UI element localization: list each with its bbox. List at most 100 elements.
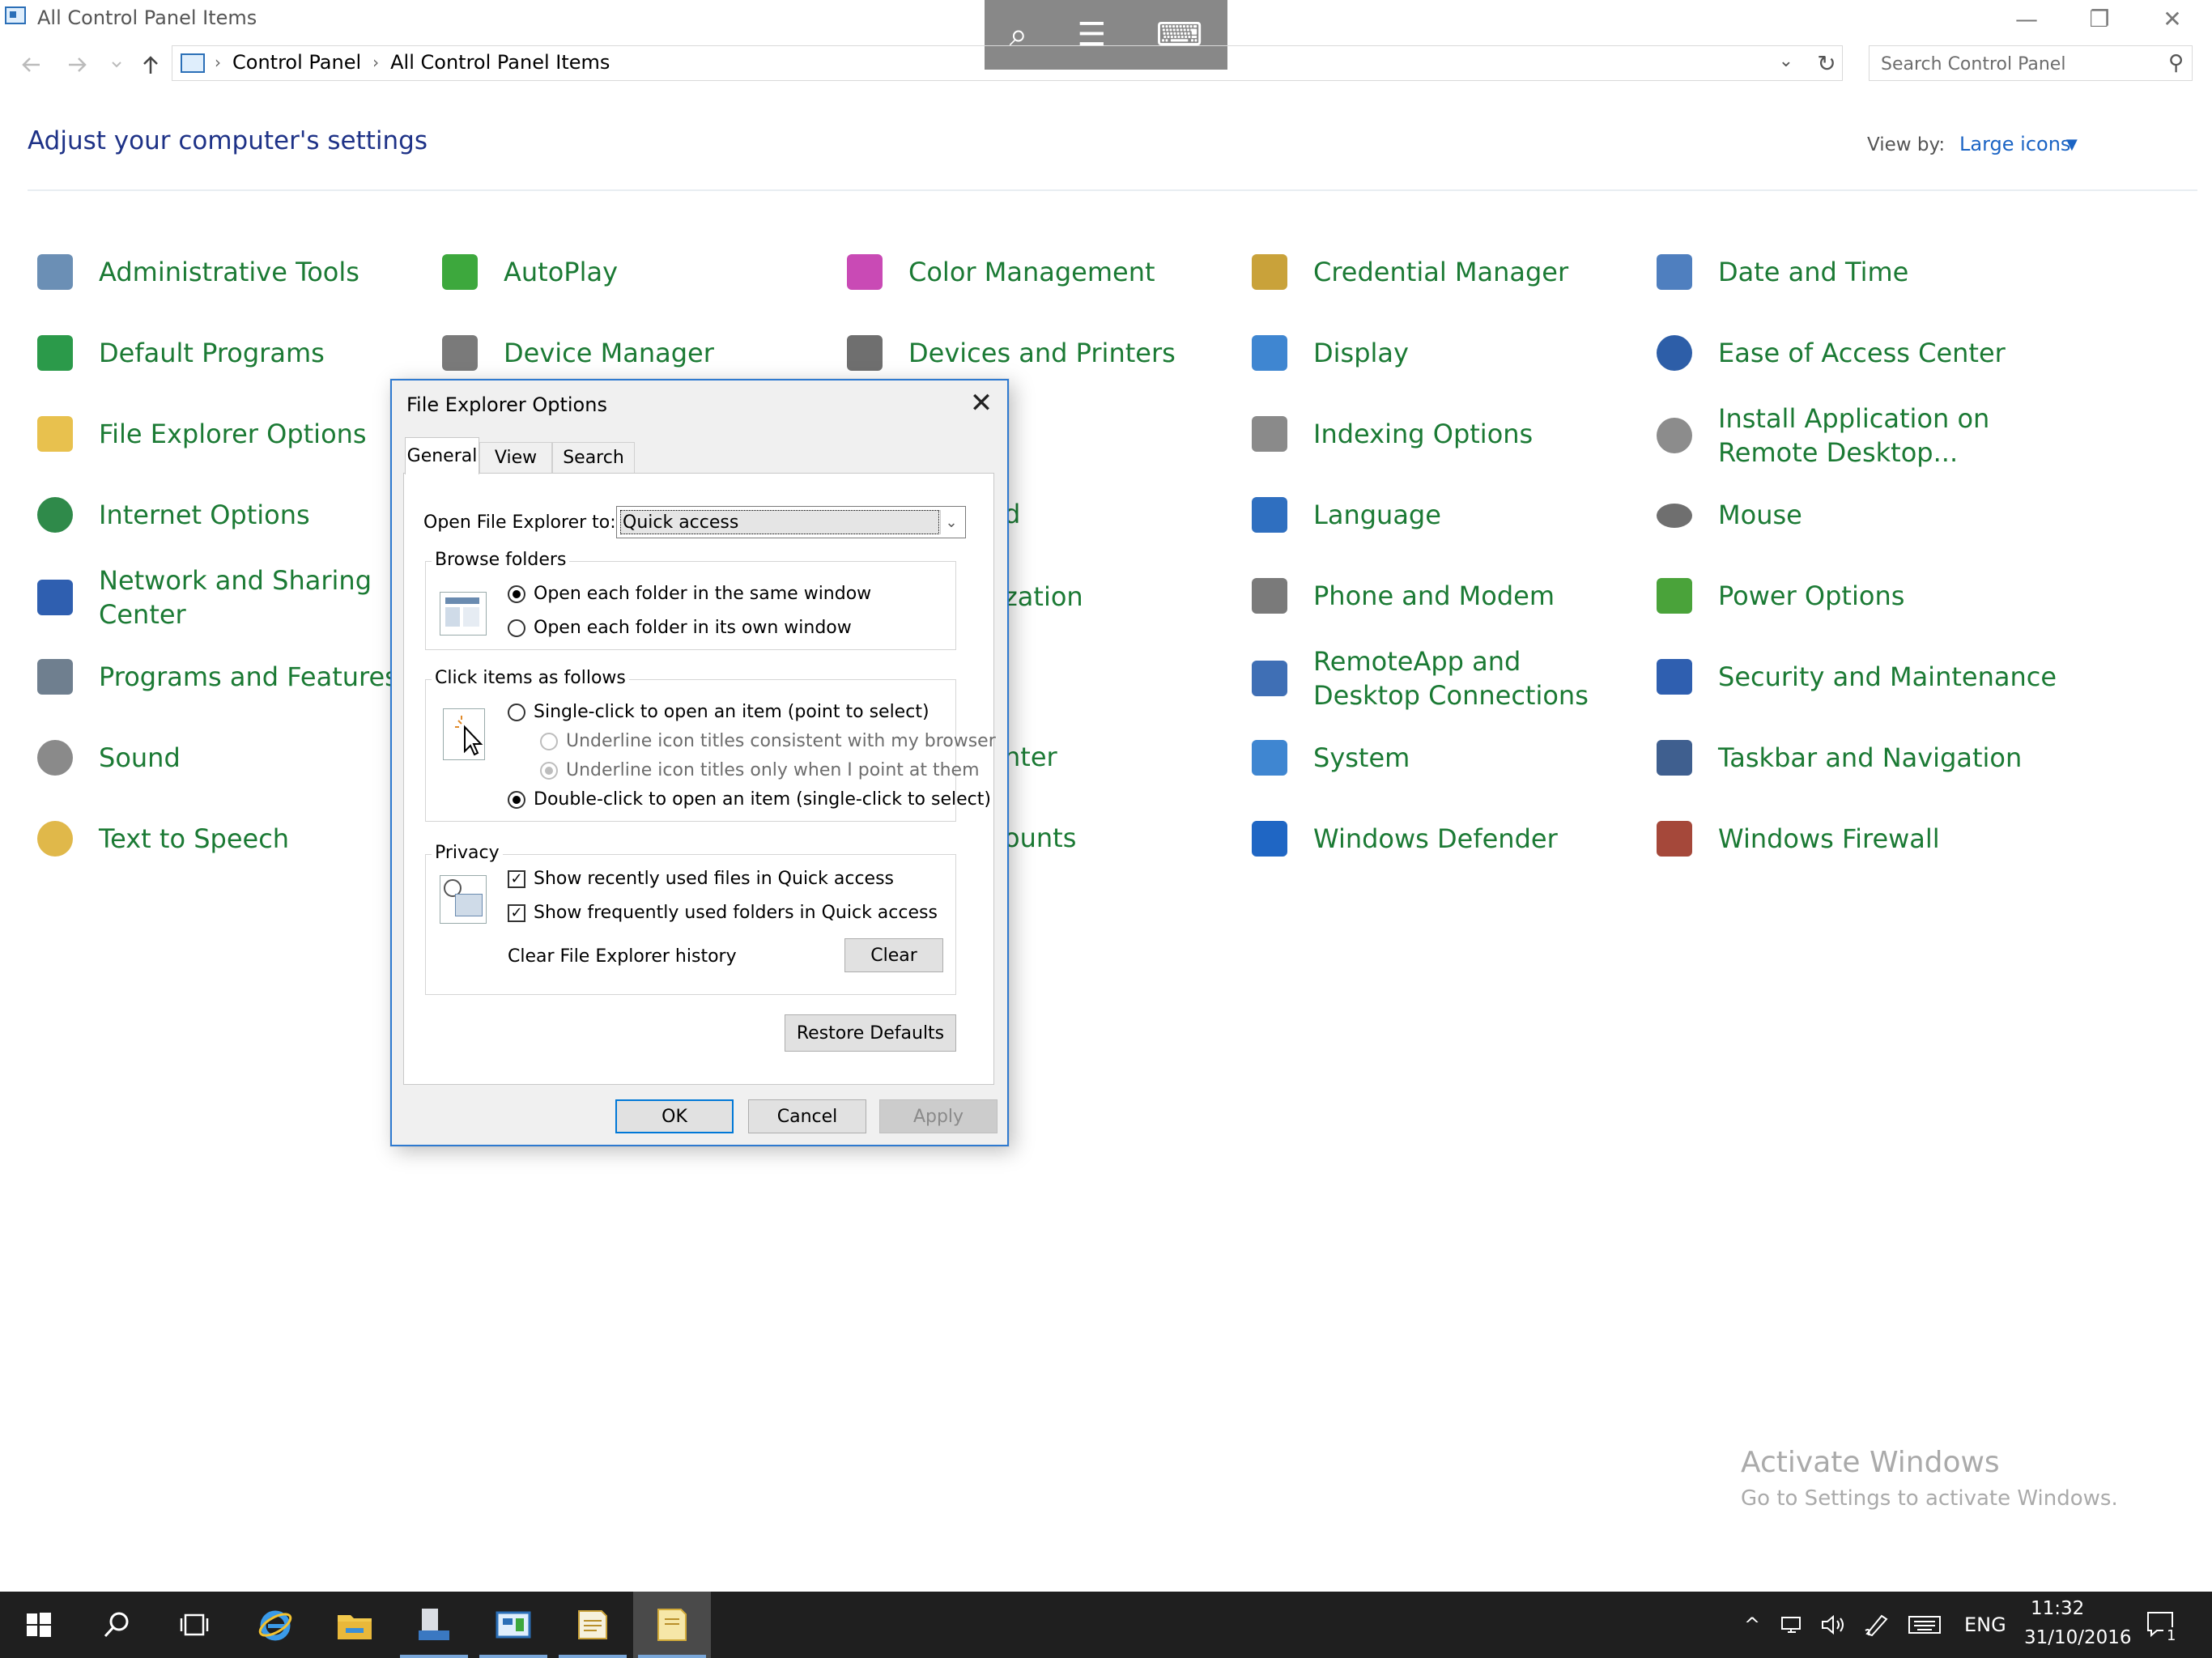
- underline-browser-radio[interactable]: [540, 733, 558, 750]
- task-view-icon: [180, 1613, 209, 1636]
- item-mouse[interactable]: Mouse: [1650, 491, 1802, 539]
- search-box[interactable]: ⚲: [1869, 45, 2193, 82]
- back-button[interactable]: [15, 49, 47, 81]
- browse-same-window-label[interactable]: Open each folder in the same window: [534, 584, 871, 604]
- volume-icon[interactable]: [1820, 1592, 1846, 1658]
- single-click-radio[interactable]: [508, 704, 525, 721]
- item-indexing-options[interactable]: Indexing Options: [1245, 410, 1533, 458]
- taskbar-search-button[interactable]: [78, 1592, 155, 1658]
- refresh-icon[interactable]: ↻: [1807, 45, 1846, 81]
- frequent-folders-checkbox[interactable]: ✓: [508, 904, 525, 922]
- item-programs-and-features[interactable]: Programs and Features: [31, 653, 398, 701]
- pen-ink-icon[interactable]: [1864, 1592, 1890, 1658]
- start-button[interactable]: [0, 1592, 78, 1658]
- ok-button[interactable]: OK: [615, 1099, 734, 1133]
- item-date-and-time[interactable]: Date and Time: [1650, 248, 1908, 296]
- action-center-button[interactable]: 1: [2146, 1592, 2180, 1658]
- double-click-radio[interactable]: [508, 791, 525, 809]
- breadcrumb-control-panel[interactable]: Control Panel: [232, 51, 361, 74]
- address-bar[interactable]: › Control Panel › All Control Panel Item…: [172, 45, 1843, 81]
- clock-time[interactable]: 11:32: [2031, 1598, 2084, 1619]
- item-color-management[interactable]: Color Management: [840, 248, 1155, 296]
- windows-logo-icon: [27, 1613, 51, 1637]
- browse-own-window-label[interactable]: Open each folder in its own window: [534, 618, 852, 638]
- caret-down-icon[interactable]: ▼: [2066, 136, 2078, 153]
- chevron-down-icon[interactable]: ⌄: [940, 510, 962, 534]
- apply-button[interactable]: Apply: [879, 1099, 998, 1133]
- recent-files-label[interactable]: Show recently used files in Quick access: [534, 869, 894, 889]
- item-remoteapp[interactable]: RemoteApp and Desktop Connections: [1245, 644, 1613, 712]
- up-button[interactable]: [134, 49, 167, 81]
- taskbar-notepad[interactable]: [554, 1592, 632, 1658]
- open-to-value: Quick access: [620, 510, 939, 534]
- item-devices-and-printers[interactable]: Devices and Printers: [840, 329, 1176, 377]
- task-view-button[interactable]: [155, 1592, 233, 1658]
- browse-same-window-radio[interactable]: [508, 585, 525, 603]
- item-language[interactable]: Language: [1245, 491, 1441, 539]
- item-default-programs[interactable]: Default Programs: [31, 329, 325, 377]
- open-to-select[interactable]: Quick access ⌄: [616, 506, 966, 538]
- forward-button[interactable]: [62, 49, 94, 81]
- cancel-button[interactable]: Cancel: [748, 1099, 866, 1133]
- network-icon[interactable]: [1780, 1592, 1804, 1658]
- item-autoplay[interactable]: AutoPlay: [436, 248, 618, 296]
- close-button[interactable]: ✕: [2138, 0, 2207, 37]
- search-input[interactable]: [1870, 46, 2158, 82]
- breadcrumb-all-items[interactable]: All Control Panel Items: [390, 51, 610, 74]
- recent-files-checkbox[interactable]: ✓: [508, 870, 525, 888]
- frequent-folders-label[interactable]: Show frequently used folders in Quick ac…: [534, 903, 938, 923]
- item-credential-manager[interactable]: Credential Manager: [1245, 248, 1568, 296]
- clear-history-button[interactable]: Clear: [844, 938, 943, 972]
- item-label: Power Options: [1718, 580, 1905, 611]
- breadcrumb-separator[interactable]: ›: [372, 53, 379, 72]
- search-icon[interactable]: ⚲: [2168, 51, 2184, 75]
- restore-button[interactable]: ❐: [2065, 0, 2134, 37]
- single-click-label[interactable]: Single-click to open an item (point to s…: [534, 702, 929, 722]
- minimize-button[interactable]: —: [1992, 0, 2061, 37]
- item-label-partial[interactable]: zation: [1004, 580, 1083, 614]
- dialog-close-button[interactable]: ✕: [963, 385, 999, 421]
- tray-overflow-chevron[interactable]: ^: [1744, 1592, 1760, 1658]
- taskbar-internet-explorer[interactable]: [236, 1592, 314, 1658]
- item-system[interactable]: System: [1245, 733, 1410, 782]
- item-display[interactable]: Display: [1245, 329, 1409, 377]
- taskbar-server-manager[interactable]: [395, 1592, 473, 1658]
- item-install-remote-app[interactable]: Install Application on Remote Desktop...: [1650, 402, 1993, 470]
- recent-locations-button[interactable]: [100, 49, 133, 81]
- clock-date[interactable]: 31/10/2016: [2024, 1627, 2132, 1648]
- language-indicator[interactable]: ENG: [1964, 1592, 2006, 1658]
- tab-search[interactable]: Search: [552, 442, 635, 473]
- item-power-options[interactable]: Power Options: [1650, 572, 1904, 620]
- item-label: RemoteApp and Desktop Connections: [1313, 646, 1589, 711]
- double-click-label[interactable]: Double-click to open an item (single-cli…: [534, 789, 991, 810]
- underline-point-radio[interactable]: [540, 762, 558, 780]
- item-label-partial[interactable]: nter: [1004, 740, 1057, 774]
- taskbar-control-panel[interactable]: [474, 1592, 552, 1658]
- item-taskbar-and-navigation[interactable]: Taskbar and Navigation: [1650, 733, 2022, 782]
- item-device-manager[interactable]: Device Manager: [436, 329, 714, 377]
- item-phone-and-modem[interactable]: Phone and Modem: [1245, 572, 1555, 620]
- item-ease-of-access-center[interactable]: Ease of Access Center: [1650, 329, 2006, 377]
- touch-keyboard-icon[interactable]: [1908, 1592, 1942, 1658]
- taskbar-folder-options[interactable]: [633, 1592, 711, 1658]
- item-text-to-speech[interactable]: Text to Speech: [31, 814, 289, 863]
- item-label: File Explorer Options: [99, 419, 367, 449]
- taskbar-file-explorer[interactable]: [316, 1592, 393, 1658]
- item-security-and-maintenance[interactable]: Security and Maintenance: [1650, 653, 2057, 701]
- item-administrative-tools[interactable]: Administrative Tools: [31, 248, 359, 296]
- item-windows-firewall[interactable]: Windows Firewall: [1650, 814, 1940, 863]
- item-network-and-sharing-center[interactable]: Network and Sharing Center: [31, 563, 374, 631]
- tab-view[interactable]: View: [479, 442, 552, 473]
- item-sound[interactable]: Sound: [31, 733, 181, 782]
- item-windows-defender[interactable]: Windows Defender: [1245, 814, 1558, 863]
- tab-general[interactable]: General: [405, 437, 479, 474]
- item-file-explorer-options[interactable]: File Explorer Options: [31, 410, 367, 458]
- browse-own-window-radio[interactable]: [508, 619, 525, 637]
- item-label-partial[interactable]: ounts: [1004, 821, 1076, 855]
- item-label: Text to Speech: [99, 823, 290, 854]
- view-by-dropdown[interactable]: Large icons: [1959, 133, 2070, 155]
- breadcrumb-separator[interactable]: ›: [215, 53, 221, 72]
- item-internet-options[interactable]: Internet Options: [31, 491, 310, 539]
- restore-defaults-button[interactable]: Restore Defaults: [785, 1014, 956, 1052]
- address-dropdown-icon[interactable]: ⌄: [1779, 51, 1793, 71]
